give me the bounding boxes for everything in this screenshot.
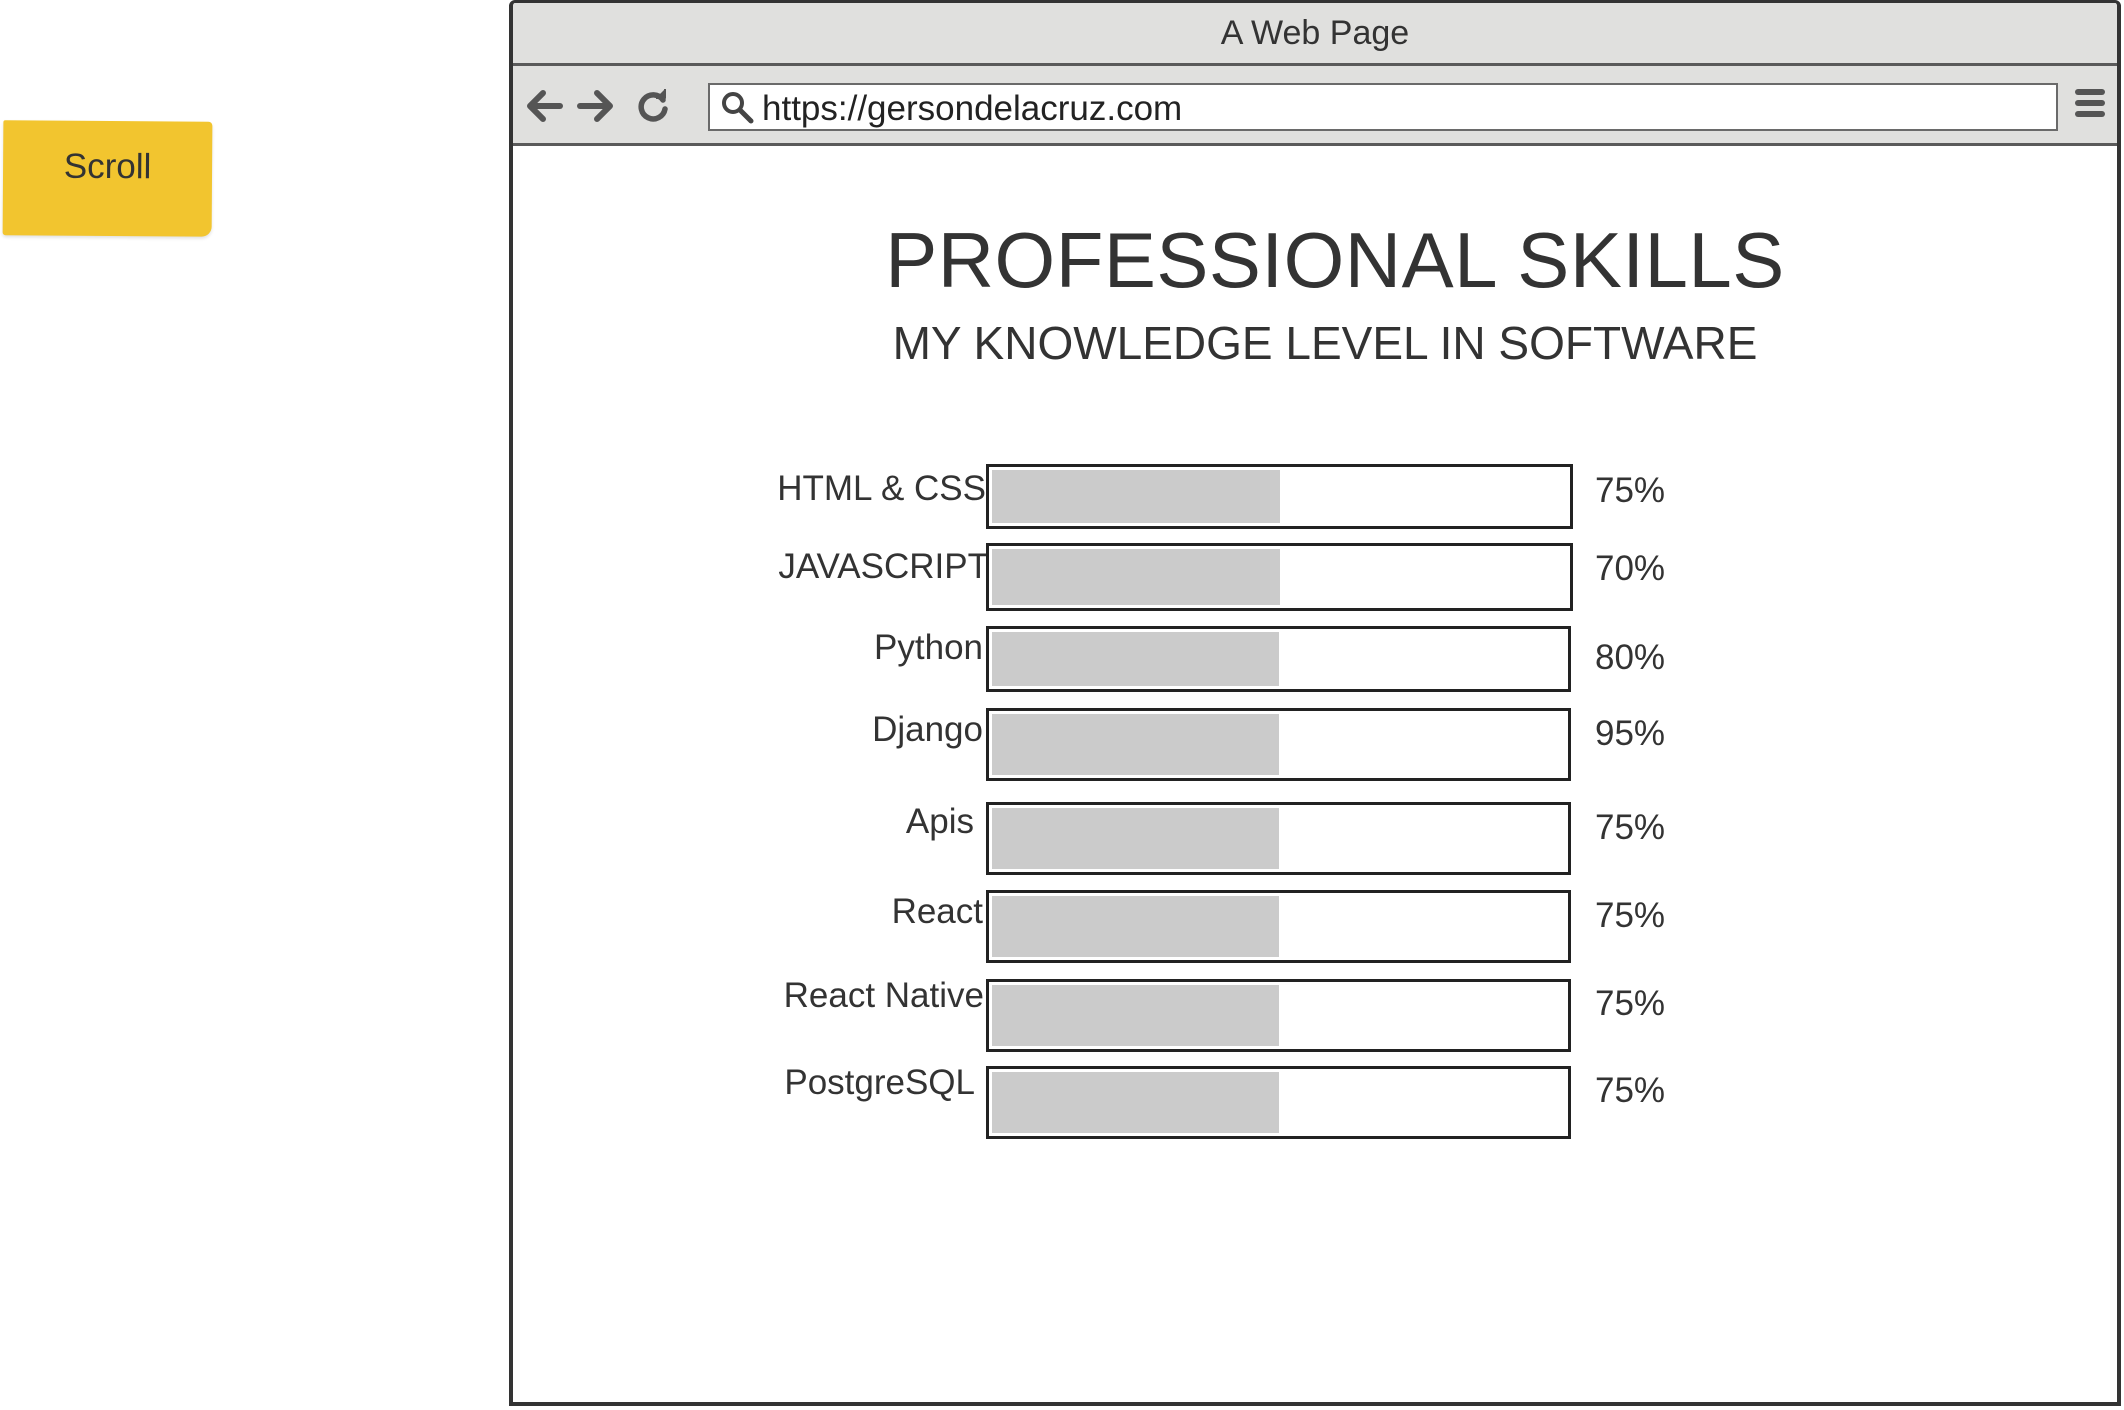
skill-name: React: [891, 892, 983, 931]
skill-progress-fill: [992, 632, 1279, 686]
browser-window: A Web Page https://gersondelacruz.com PR…: [509, 0, 2121, 1406]
window-title: A Web Page: [1220, 13, 1410, 52]
skill-percent: 75%: [1595, 471, 1666, 510]
skill-progress-fill: [992, 549, 1280, 605]
skill-name: PostgreSQL: [784, 1063, 975, 1102]
skill-progress-fill: [992, 470, 1280, 523]
skill-percent: 95%: [1595, 714, 1666, 753]
sticky-note-label: Scroll: [63, 146, 152, 186]
skill-row: Apis 75%: [513, 802, 2117, 875]
skill-name: JAVASCRIPT: [778, 547, 989, 586]
skill-progress-fill: [992, 896, 1279, 957]
skill-row: HTML & CSS 75%: [513, 464, 2117, 539]
skill-progress-fill: [992, 714, 1279, 775]
skill-name: Django: [872, 710, 983, 749]
skill-row: Python 80%: [513, 626, 2117, 698]
page-title: PROFESSIONAL SKILLS: [885, 216, 1785, 304]
hamburger-menu-icon[interactable]: [2075, 89, 2109, 123]
skill-progress-bar: [986, 1066, 1571, 1139]
skill-progress-bar: [986, 890, 1571, 963]
skill-name: Python: [874, 628, 983, 667]
skill-progress-bar: [986, 626, 1571, 692]
skill-percent: 80%: [1595, 638, 1666, 677]
reload-icon[interactable]: [633, 86, 673, 126]
skill-percent: 75%: [1595, 984, 1666, 1023]
skill-row: JAVASCRIPT 70%: [513, 543, 2117, 617]
search-icon: [716, 86, 758, 128]
skill-progress-bar: [986, 464, 1573, 529]
address-bar[interactable]: [708, 83, 2058, 131]
browser-toolbar: [513, 66, 2117, 146]
skill-progress-bar: [986, 543, 1573, 611]
skill-progress-bar: [986, 979, 1571, 1052]
page-subtitle: MY KNOWLEDGE LEVEL IN SOFTWARE: [892, 317, 1758, 369]
skill-row: PostgreSQL 75%: [513, 1063, 2117, 1139]
scroll-sticky-note: Scroll: [2, 120, 213, 237]
skill-percent: 75%: [1595, 1071, 1666, 1110]
skill-percent: 75%: [1595, 896, 1666, 935]
skill-name: HTML & CSS: [777, 469, 986, 508]
title-bar: A Web Page: [513, 3, 2117, 66]
back-arrow-icon[interactable]: [525, 86, 565, 126]
skill-name: React Native: [783, 976, 984, 1015]
skill-row: Django 95%: [513, 708, 2117, 784]
skill-percent: 75%: [1595, 808, 1666, 847]
skill-percent: 70%: [1595, 549, 1666, 588]
skill-row: React 75%: [513, 890, 2117, 963]
skill-row: React Native 75%: [513, 976, 2117, 1052]
skill-progress-fill: [992, 985, 1279, 1046]
skill-progress-fill: [992, 1072, 1279, 1133]
url-input[interactable]: [758, 89, 2042, 129]
skill-progress-fill: [992, 808, 1279, 869]
skill-progress-bar: [986, 802, 1571, 875]
skill-progress-bar: [986, 708, 1571, 781]
forward-arrow-icon[interactable]: [575, 86, 615, 126]
skill-name: Apis: [905, 802, 974, 841]
